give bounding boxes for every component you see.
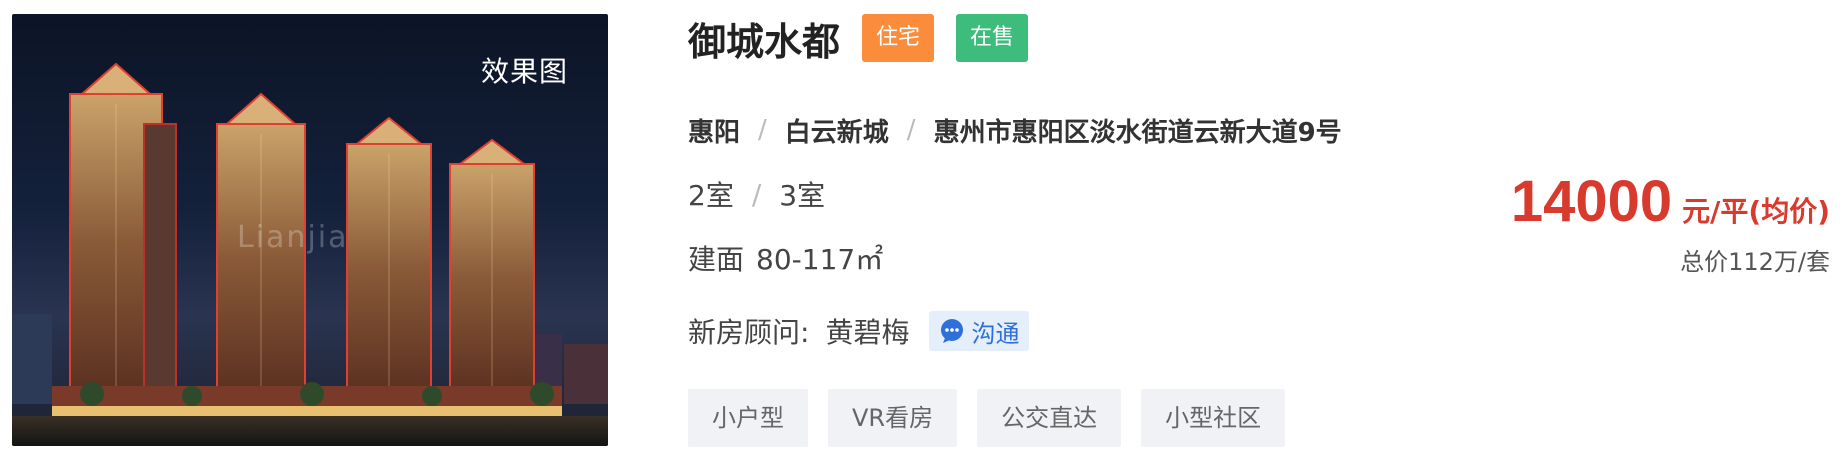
feature-tags: 小户型 VR看房 公交直达 小型社区	[688, 389, 1305, 447]
chat-button-label: 沟通	[971, 319, 1020, 348]
location-district[interactable]: 白云新城	[785, 112, 889, 149]
separator: /	[751, 177, 762, 211]
location-city[interactable]: 惠阳	[688, 112, 740, 149]
area-value: 80-117㎡	[756, 243, 884, 276]
location-address: 惠州市惠阳区淡水街道云新大道9号	[933, 117, 1342, 148]
separator: /	[758, 115, 767, 145]
advisor-label: 新房顾问:	[688, 316, 810, 349]
listing-title[interactable]: 御城水都	[688, 11, 840, 66]
separator: /	[906, 115, 916, 145]
room-types: 2室 / 3室	[688, 174, 825, 214]
advisor-row: 新房顾问: 黄碧梅 沟通	[688, 310, 1030, 352]
chat-button[interactable]: 沟通	[929, 311, 1030, 351]
type-badge: 住宅	[862, 14, 935, 62]
listing-photo[interactable]: Lianjia 效果图	[12, 14, 608, 446]
chat-bubble-icon	[941, 319, 964, 343]
rendering-label: 效果图	[480, 55, 568, 88]
title-row: 御城水都 住宅 在售	[688, 14, 1029, 64]
feature-tag: 小户型	[688, 389, 808, 447]
watermark-text: Lianjia	[237, 220, 349, 255]
feature-tag: 公交直达	[977, 389, 1122, 447]
feature-tag: 小型社区	[1141, 389, 1286, 447]
advisor-name: 黄碧梅	[825, 316, 910, 349]
total-price: 总价112万/套	[1680, 248, 1830, 276]
room-type: 2室	[688, 179, 734, 212]
average-price: 14000 元/平(均价)	[1511, 168, 1830, 235]
price-value: 14000	[1510, 169, 1673, 234]
area-label: 建面	[688, 243, 745, 276]
price-unit: 元/平(均价)	[1682, 195, 1830, 228]
location-breadcrumb: 惠阳 / 白云新城 / 惠州市惠阳区淡水街道云新大道9号	[688, 110, 1342, 150]
room-type: 3室	[779, 179, 826, 212]
floor-area: 建面 80-117㎡	[688, 238, 883, 278]
status-badge: 在售	[956, 14, 1029, 62]
feature-tag: VR看房	[828, 389, 958, 447]
